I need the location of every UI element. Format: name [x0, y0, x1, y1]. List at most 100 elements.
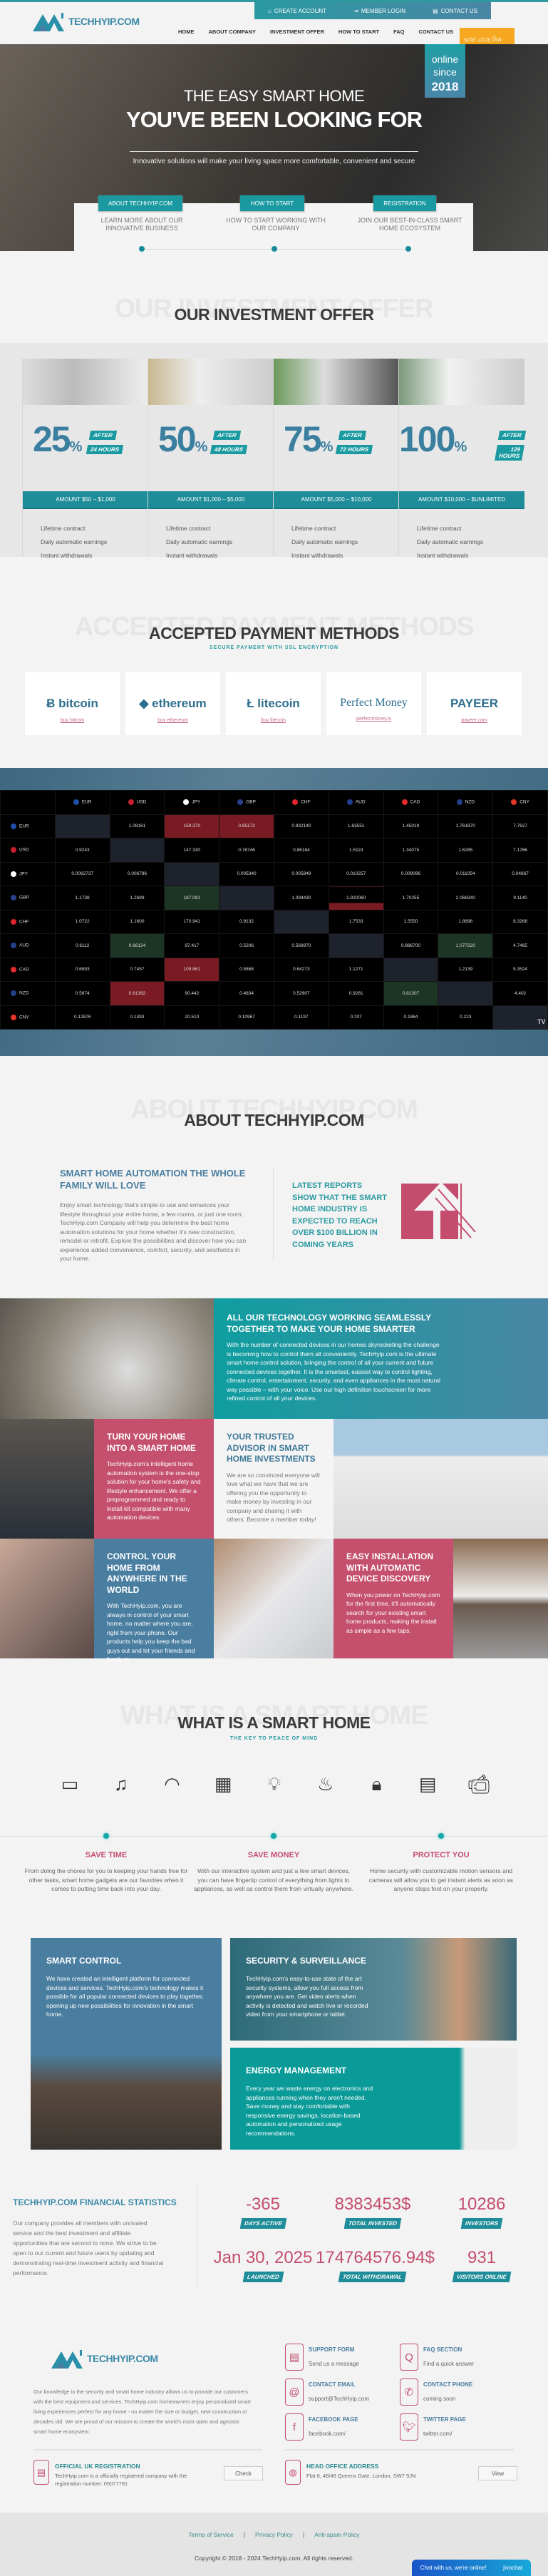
fx-rate-cell[interactable]: 0.7457 [109, 957, 165, 982]
fx-rate-cell[interactable]: 0.207 [328, 1005, 384, 1030]
fx-rate-cell[interactable] [164, 861, 220, 886]
fx-rate-cell[interactable]: 1.08161 [109, 814, 165, 838]
fx-rate-cell[interactable]: 0.4834 [219, 981, 274, 1006]
fx-rate-cell[interactable]: 0.005849 [273, 861, 329, 886]
fx-rate-cell[interactable]: 0.6893 [54, 957, 110, 982]
fx-rate-cell[interactable] [383, 957, 439, 982]
payment-link[interactable]: buy litecoin [226, 718, 321, 723]
chat-widget[interactable]: Chat with us, we're online! jivochat [412, 2560, 531, 2576]
fx-rate-cell[interactable]: 0.78746 [219, 838, 274, 863]
payment-card-perfect-money[interactable]: Perfect Money perfectmoney.is [326, 672, 421, 735]
privacy-link[interactable]: Privacy Policy [255, 2531, 293, 2538]
fx-rate-cell[interactable]: 1.2139 [438, 957, 494, 982]
fx-rate-cell[interactable]: 0.5868 [219, 957, 274, 982]
fx-rate-cell[interactable] [328, 933, 384, 958]
fx-rate-cell[interactable]: 7.7627 [492, 814, 548, 838]
fx-rate-cell[interactable]: 2.068340 [438, 886, 494, 910]
fx-rate-cell[interactable]: 0.569970 [273, 933, 329, 958]
fx-rate-cell[interactable]: 159.370 [164, 814, 220, 838]
fx-rate-cell[interactable] [54, 814, 110, 838]
fx-rate-cell[interactable]: 1.70255 [383, 886, 439, 910]
fx-rate-cell[interactable]: 1.1600 [109, 909, 165, 934]
fx-rate-cell[interactable]: 0.223 [438, 1005, 494, 1030]
fx-rate-cell[interactable]: 0.66124 [109, 933, 165, 958]
fx-rate-cell[interactable]: 0.86184 [273, 838, 329, 863]
fx-rate-cell[interactable]: 0.005340 [219, 861, 274, 886]
fx-rate-cell[interactable]: 0.9243 [54, 838, 110, 863]
fx-rate-cell[interactable]: 0.1197 [273, 1005, 329, 1030]
fx-rate-cell[interactable]: 1.077220 [438, 933, 494, 958]
payment-card-payeer[interactable]: PAYEER payeer.com [427, 672, 522, 735]
contact-contact-phone[interactable]: ✆ CONTACT PHONE coming soon [400, 2379, 472, 2406]
fx-rate-cell[interactable] [438, 981, 494, 1006]
fx-rate-cell[interactable]: 187.091 [164, 886, 220, 910]
fx-rate-cell[interactable]: 1.1738 [54, 886, 110, 910]
fx-rate-cell[interactable]: 0.64273 [273, 957, 329, 982]
hero-button-1[interactable]: HOW TO START [240, 195, 304, 211]
payment-link[interactable]: buy ethereum [125, 718, 220, 723]
check-button[interactable]: Check [224, 2466, 263, 2480]
fx-rate-cell[interactable]: 1.0722 [54, 909, 110, 934]
fx-rate-cell[interactable]: 0.5674 [54, 981, 110, 1006]
fx-rate-cell[interactable]: 1.094430 [273, 886, 329, 910]
nav-how-to-start[interactable]: HOW TO START [338, 29, 379, 35]
contact-facebook-page[interactable]: f FACEBOOK PAGE facebook.com/ [285, 2413, 358, 2441]
fx-rate-cell[interactable] [109, 838, 165, 863]
fx-rate-cell[interactable]: 0.82307 [383, 981, 439, 1006]
contact-contact-email[interactable]: @ CONTACT EMAIL support@TechHyip.com [285, 2379, 369, 2406]
member-login-link[interactable]: ⇥ MEMBER LOGIN [353, 8, 405, 14]
payment-link[interactable]: payeer.com [427, 718, 522, 723]
fx-rate-cell[interactable]: 1.8896 [438, 909, 494, 934]
fx-rate-cell[interactable]: 97.417 [164, 933, 220, 958]
fx-rate-cell[interactable]: 0.52907 [273, 981, 329, 1006]
antispam-link[interactable]: Anti-spam Policy [314, 2531, 359, 2538]
fx-rate-cell[interactable]: 1.5119 [328, 838, 384, 863]
fx-rate-cell[interactable]: 90.442 [164, 981, 220, 1006]
fx-rate-cell[interactable]: 0.04867 [492, 861, 548, 886]
fx-rate-cell[interactable]: 4.7465 [492, 933, 548, 958]
hero-button-2[interactable]: REGISTRATION [373, 195, 436, 211]
fx-rate-cell[interactable]: 5.3524 [492, 957, 548, 982]
fx-rate-cell[interactable]: 1.7533 [328, 909, 384, 934]
fx-rate-cell[interactable]: 0.886700 [383, 933, 439, 958]
fx-rate-cell[interactable]: 170.941 [164, 909, 220, 934]
fx-rate-cell[interactable]: 1.5550 [383, 909, 439, 934]
fx-rate-cell[interactable]: 0.1393 [109, 1005, 165, 1030]
create-account-link[interactable]: ⌂ CREATE ACCOUNT [268, 8, 326, 14]
payment-link[interactable]: perfectmoney.is [326, 717, 421, 722]
fx-rate-cell[interactable]: 0.10967 [219, 1005, 274, 1030]
contact-faq-section[interactable]: Q FAQ SECTION Find a quick answer [400, 2344, 474, 2371]
nav-investment-offer[interactable]: INVESTMENT OFFER [270, 29, 324, 35]
fx-rate-cell[interactable]: 1.761870 [438, 814, 494, 838]
payment-card-litecoin[interactable]: Ł litecoin buy litecoin [226, 672, 321, 735]
nav-home[interactable]: HOME [178, 29, 195, 35]
fx-rate-cell[interactable]: 0.6112 [54, 933, 110, 958]
fx-rate-cell[interactable]: 0.61382 [109, 981, 165, 1006]
fx-rate-cell[interactable]: 1.1271 [328, 957, 384, 982]
logo[interactable]: TECHHYIP.COM [33, 11, 140, 31]
fx-rate-cell[interactable]: 0.85172 [219, 814, 274, 838]
fx-rate-cell[interactable]: 20.510 [164, 1005, 220, 1030]
terms-link[interactable]: Terms of Service [189, 2531, 234, 2538]
tradingview-icon[interactable]: TV [537, 1018, 546, 1025]
fx-rate-cell[interactable]: 0.009096 [383, 861, 439, 886]
fx-rate-cell[interactable] [219, 886, 274, 910]
contact-us-top-link[interactable]: ▤ CONTACT US [433, 8, 477, 14]
fx-rate-cell[interactable]: 0.1864 [383, 1005, 439, 1030]
fx-rate-cell[interactable]: 0.011054 [438, 861, 494, 886]
fx-rate-cell[interactable]: 109.861 [164, 957, 220, 982]
fx-rate-cell[interactable] [492, 1005, 548, 1030]
footer-logo[interactable]: TECHHYIP.COM [51, 2349, 158, 2369]
fx-rate-cell[interactable]: 1.34075 [383, 838, 439, 863]
fx-rate-cell[interactable]: 9.1140 [492, 886, 548, 910]
fx-rate-cell[interactable]: 1.2699 [109, 886, 165, 910]
fx-rate-cell[interactable]: 1.45019 [383, 814, 439, 838]
payment-link[interactable]: buy bitcoin [25, 718, 120, 723]
fx-rate-cell[interactable]: 0.010257 [328, 861, 384, 886]
hero-button-0[interactable]: ABOUT TECHHYIP.COM [98, 195, 182, 211]
fx-rate-cell[interactable]: 1.920060 [328, 886, 384, 910]
fx-rate-cell[interactable]: 0.006786 [109, 861, 165, 886]
nav-about-company[interactable]: ABOUT COMPANY [209, 29, 257, 35]
fx-rate-cell[interactable]: 8.3268 [492, 909, 548, 934]
payment-card-bitcoin[interactable]: Ƀ bitcoin buy bitcoin [25, 672, 120, 735]
